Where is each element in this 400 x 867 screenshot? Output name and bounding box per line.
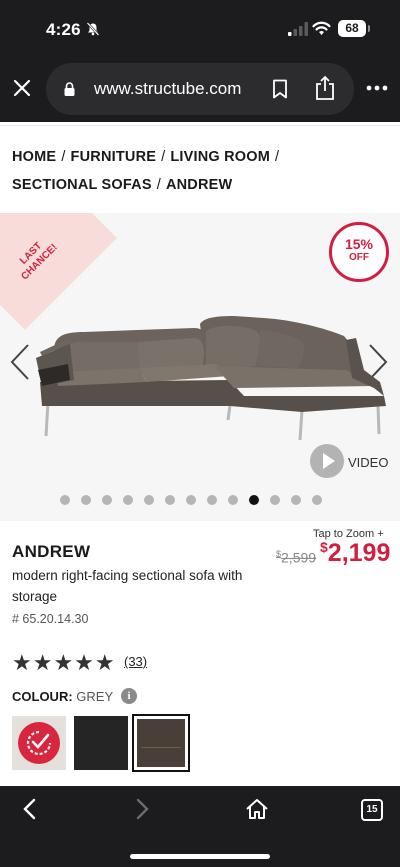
breadcrumb-separator: / [161, 149, 166, 165]
share-icon[interactable] [315, 75, 335, 101]
url-text[interactable]: www.structube.com [94, 79, 241, 99]
close-icon[interactable] [12, 78, 32, 98]
breadcrumb-separator: / [61, 149, 66, 165]
gallery-dot[interactable] [312, 495, 322, 505]
gallery-dot[interactable] [144, 495, 154, 505]
gallery-dot[interactable] [291, 495, 301, 505]
swatch-grey-selected[interactable] [132, 714, 190, 772]
back-icon[interactable] [20, 798, 40, 820]
tabs-icon[interactable]: 15 [361, 799, 383, 821]
play-video-icon[interactable] [310, 444, 344, 478]
product-description: modern right-facing sectional sofa with … [12, 568, 243, 604]
swatch-clearance[interactable] [12, 716, 66, 770]
review-count-link[interactable]: (33) [124, 654, 147, 669]
swatch-black[interactable] [74, 716, 128, 770]
clearance-tag-icon [18, 722, 60, 764]
forward-icon[interactable] [132, 798, 152, 820]
bell-slash-icon [86, 22, 100, 36]
gallery-dot[interactable] [228, 495, 238, 505]
product-title: ANDREW [12, 542, 91, 561]
gallery-dot[interactable] [270, 495, 280, 505]
product-image-sofa [36, 316, 386, 441]
product-sku: # 65.20.14.30 [12, 612, 89, 626]
more-icon[interactable] [366, 85, 388, 91]
discount-percent: 15% [344, 236, 374, 252]
breadcrumb-separator: / [156, 177, 161, 193]
gallery-pagination[interactable] [60, 495, 350, 507]
gallery-dot[interactable] [81, 495, 91, 505]
chevron-left-icon[interactable] [8, 342, 32, 382]
discount-off-label: OFF [349, 252, 369, 263]
gallery-dot[interactable] [123, 495, 133, 505]
signal-icon [288, 22, 308, 36]
colour-label: COLOUR: GREY [12, 689, 114, 704]
gallery-dot[interactable] [186, 495, 196, 505]
address-bar[interactable]: www.structube.com [46, 63, 354, 115]
original-price: $2,599 [276, 549, 317, 566]
wifi-icon [312, 21, 331, 35]
rating-stars[interactable]: ★★★★★ [12, 650, 116, 676]
home-indicator [130, 854, 270, 859]
breadcrumb: HOME / FURNITURE / LIVING ROOM / SECTIONAL SO… [12, 143, 392, 199]
breadcrumb-sectional-sofas[interactable]: SECTIONAL SOFAS [12, 177, 152, 193]
header-divider [0, 125, 400, 126]
battery-icon: 68 [338, 20, 370, 37]
gallery-dot[interactable] [207, 495, 217, 505]
info-icon[interactable]: i [121, 688, 137, 704]
discount-badge: 15% OFF [329, 222, 389, 282]
gallery-dot[interactable] [249, 495, 259, 505]
gallery-dot[interactable] [165, 495, 175, 505]
lock-icon [64, 82, 75, 96]
browser-toolbar: www.structube.com [0, 56, 400, 122]
breadcrumb-living-room[interactable]: LIVING ROOM [170, 149, 270, 165]
gallery-dot[interactable] [102, 495, 112, 505]
video-label[interactable]: VIDEO [348, 455, 388, 470]
breadcrumb-andrew: ANDREW [165, 177, 233, 193]
breadcrumb-furniture[interactable]: FURNITURE [71, 149, 157, 165]
status-bar: 4:26 68 [0, 0, 400, 56]
bookmark-icon[interactable] [272, 79, 288, 99]
status-time: 4:26 [46, 20, 81, 39]
home-icon[interactable] [245, 798, 269, 820]
sale-price: $2,199 [320, 539, 391, 567]
gallery-dot[interactable] [60, 495, 70, 505]
breadcrumb-separator: / [275, 149, 280, 165]
breadcrumb-home[interactable]: HOME [12, 149, 56, 165]
